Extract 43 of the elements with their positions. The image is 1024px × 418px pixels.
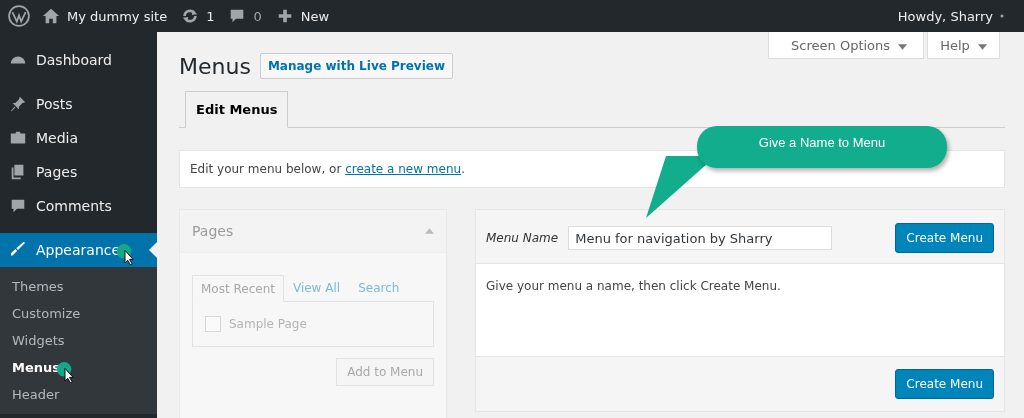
sidebar-item[interactable]: Media (0, 121, 157, 155)
screen-meta-tab[interactable]: Screen Options (768, 32, 925, 59)
sidebar-item[interactable]: Posts (0, 87, 157, 121)
checkbox[interactable] (205, 316, 221, 332)
sidebar-item[interactable]: Comments (0, 189, 157, 223)
brush-icon (9, 241, 27, 259)
current-pointer-icon (149, 242, 157, 258)
menu-name-field[interactable]: Menu for navigation by Sharry (568, 226, 833, 250)
comments-link[interactable]: 0 (228, 7, 262, 25)
avatar-dot-icon (1000, 14, 1004, 18)
submenu-item[interactable]: Header (0, 381, 157, 408)
page-label: Sample Page (229, 317, 307, 331)
submenu-item[interactable]: Menus (0, 354, 157, 381)
submenu-item[interactable]: Themes (0, 273, 157, 300)
live-preview-button[interactable]: Manage with Live Preview (259, 53, 454, 79)
panel-title: Pages (192, 223, 234, 239)
account-link[interactable]: Howdy, Sharry (897, 8, 1004, 24)
submenu-item[interactable]: Customize (0, 300, 157, 327)
sidebar-item[interactable]: Dashboard (0, 43, 157, 77)
menu-name-label: Menu Name (486, 231, 559, 245)
sidebar-item[interactable]: Appearance (0, 233, 157, 267)
caret-icon (978, 43, 987, 50)
notice-text: Edit your menu below, or create a new menu. (190, 162, 465, 176)
refresh-icon (181, 7, 200, 25)
submenu-item[interactable]: Widgets (0, 327, 157, 354)
create-menu-button[interactable]: Create Menu (895, 223, 994, 253)
sidebar-item[interactable]: Pages (0, 155, 157, 189)
create-menu-button[interactable]: Create Menu (895, 369, 994, 399)
wordpress-logo-icon[interactable] (8, 5, 30, 27)
collapse-arrow-icon[interactable] (425, 228, 434, 234)
hint-text: Give your menu a name, then click Create Menu. (486, 279, 781, 293)
site-name-link[interactable]: My dummy site (42, 7, 168, 25)
caret-icon (898, 43, 908, 50)
create-menu-link[interactable]: create a new menu (345, 162, 462, 176)
pin-icon (9, 95, 27, 113)
callout-bubble: Give a Name to Menu (697, 126, 947, 168)
home-icon (42, 7, 60, 25)
page-title: Menus (179, 53, 251, 79)
updates-link[interactable]: 1 (181, 7, 215, 25)
new-link[interactable]: New (275, 7, 330, 25)
screen-meta-tab[interactable]: Help (927, 32, 1000, 59)
click-marker-icon (116, 243, 135, 265)
nav-tab[interactable]: Edit Menus (185, 91, 289, 128)
